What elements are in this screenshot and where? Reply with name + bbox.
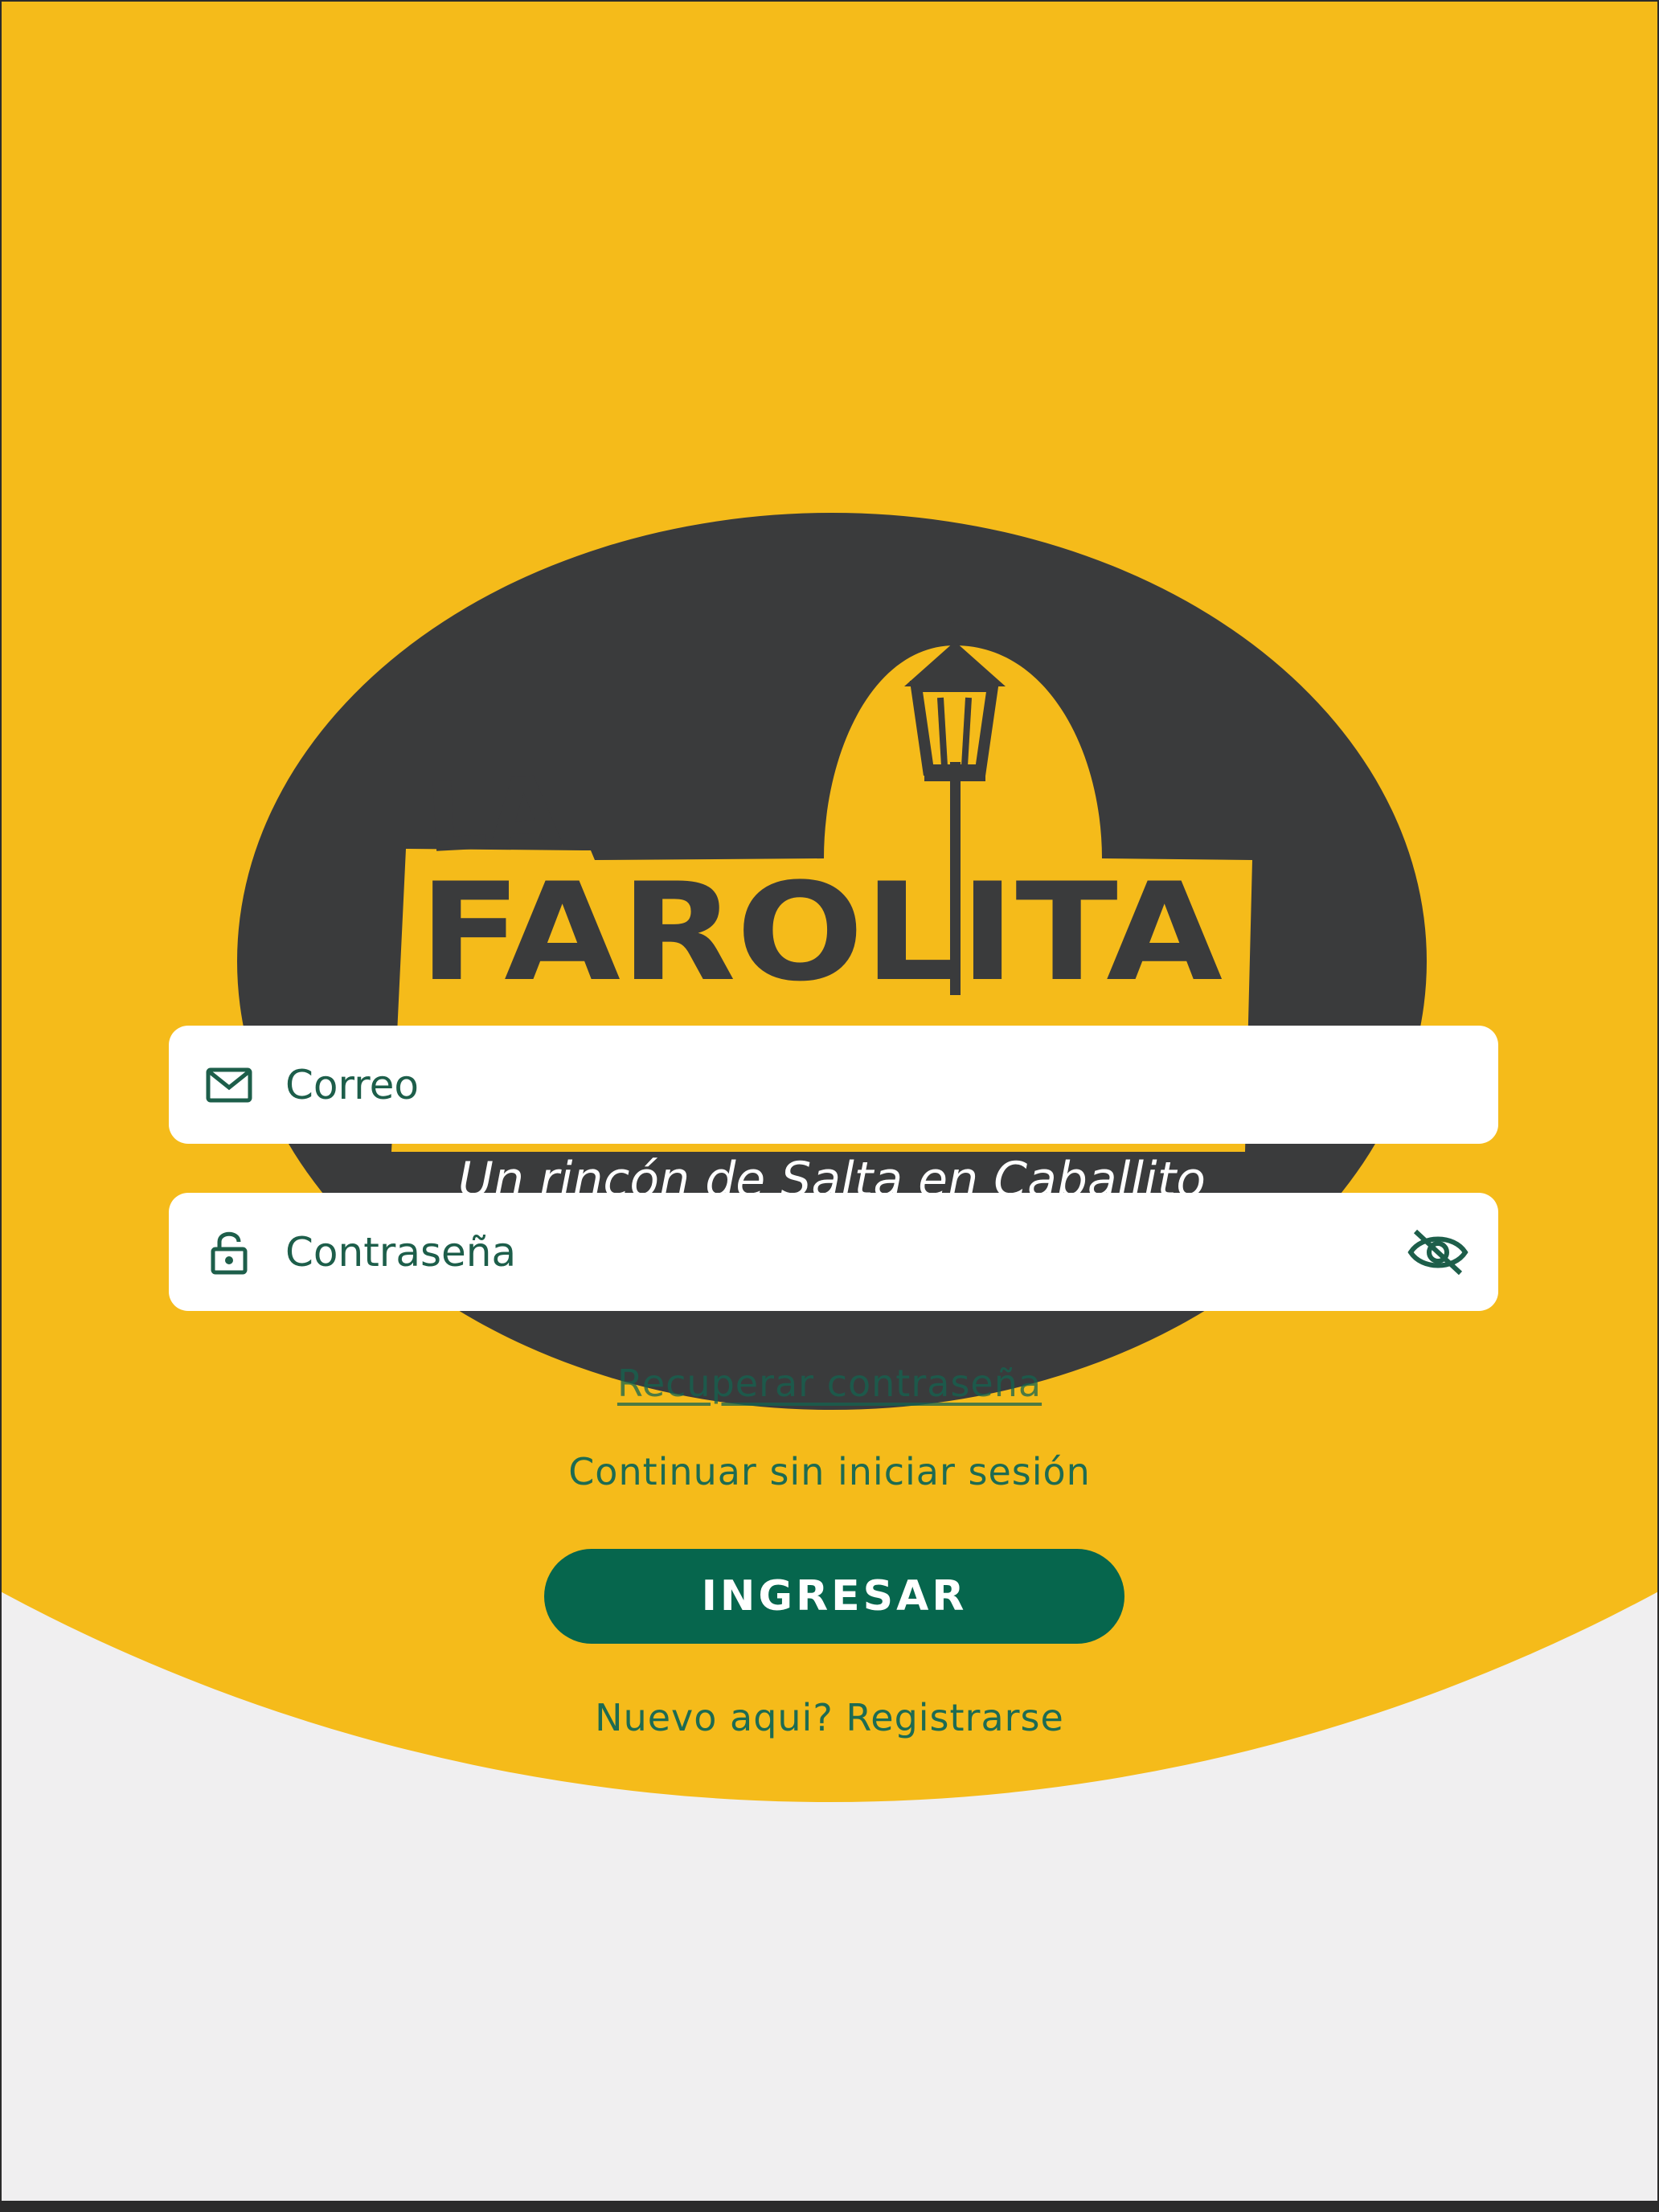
recover-password-link[interactable]: Recuperar contraseña (2, 1362, 1657, 1405)
password-field[interactable] (169, 1193, 1498, 1311)
email-field[interactable] (169, 1026, 1498, 1144)
lock-icon (205, 1228, 253, 1276)
mail-icon (205, 1061, 253, 1109)
login-button[interactable]: INGRESAR (544, 1549, 1124, 1644)
email-input[interactable] (285, 1026, 1394, 1144)
register-link[interactable]: Nuevo aqui? Registrarse (2, 1696, 1657, 1739)
password-input[interactable] (285, 1193, 1394, 1311)
continue-as-guest-link[interactable]: Continuar sin iniciar sesión (2, 1450, 1657, 1493)
eye-off-icon[interactable] (1406, 1220, 1470, 1284)
logo-line2: FAROLITA (419, 854, 1223, 1011)
login-screen: LA FAROLITA Un rincón de Salta en Caball… (2, 2, 1657, 2201)
